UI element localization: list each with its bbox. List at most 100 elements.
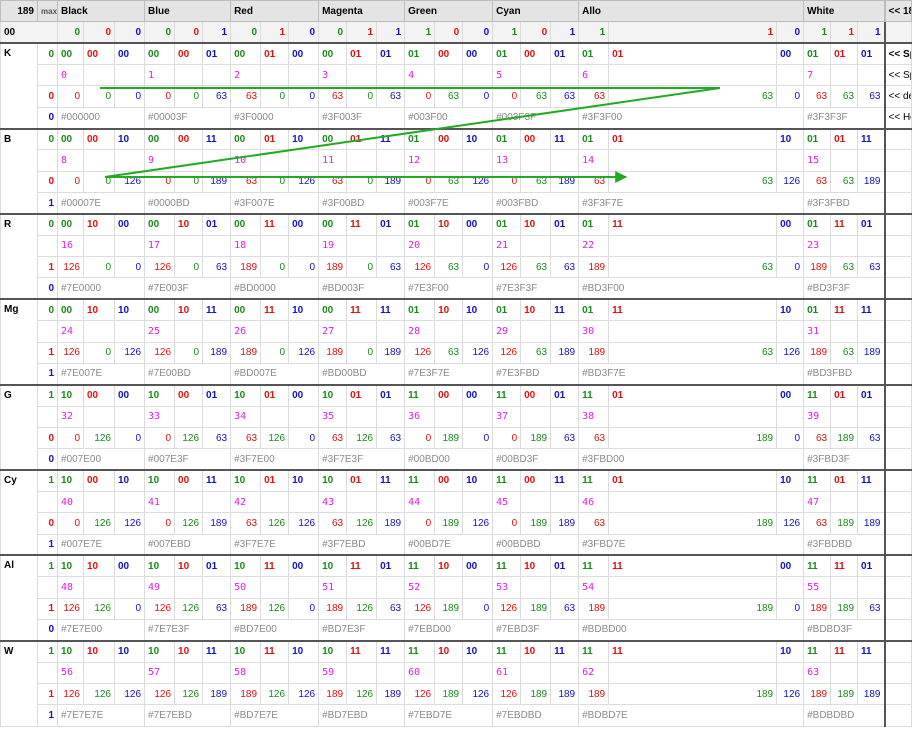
- cell[interactable]: [830, 234, 859, 258]
- hex-cell[interactable]: #BD0000: [230, 277, 320, 300]
- decimal-cell[interactable]: 126: [404, 682, 436, 706]
- bits-cell[interactable]: 01: [550, 212, 580, 236]
- index-cell[interactable]: 50: [230, 576, 262, 599]
- decimal-cell[interactable]: 0: [776, 426, 805, 450]
- cell[interactable]: [376, 64, 406, 87]
- decimal-cell[interactable]: 0: [144, 170, 176, 194]
- right-empty[interactable]: [883, 597, 912, 620]
- hex-cell[interactable]: #7E7E3F: [144, 618, 232, 642]
- index-cell[interactable]: 62: [578, 661, 610, 685]
- level-bit[interactable]: 1: [37, 469, 58, 492]
- right-header[interactable]: << 189: simulacion bright de Fuse: [883, 0, 912, 23]
- decimal-cell[interactable]: 63: [318, 512, 348, 535]
- bits-cell[interactable]: 11: [260, 554, 290, 578]
- level-bit[interactable]: 1: [37, 341, 58, 364]
- index-cell[interactable]: 15: [803, 149, 832, 172]
- decimal-cell[interactable]: 0: [260, 256, 290, 279]
- cell[interactable]: [830, 64, 859, 87]
- decimal-cell[interactable]: 0: [174, 256, 204, 279]
- bits-cell[interactable]: 11: [202, 298, 232, 322]
- cell[interactable]: [113, 490, 146, 514]
- decimal-cell[interactable]: 0: [404, 170, 436, 194]
- colour-header-white[interactable]: White: [803, 0, 885, 23]
- hex-cell[interactable]: #3F3FBD: [803, 192, 885, 215]
- cell[interactable]: [288, 661, 320, 685]
- cell[interactable]: [260, 490, 290, 514]
- cell[interactable]: [83, 234, 115, 258]
- cell[interactable]: [830, 661, 859, 685]
- index-cell[interactable]: 55: [803, 576, 832, 599]
- cell[interactable]: [288, 320, 320, 343]
- decimal-cell[interactable]: 189: [803, 341, 832, 364]
- bits-cell[interactable]: 10: [520, 639, 552, 663]
- decimal-cell[interactable]: 63: [318, 426, 348, 450]
- bits-cell[interactable]: 00: [520, 469, 552, 492]
- bits-cell[interactable]: 11: [830, 554, 859, 578]
- header-bit[interactable]: 0: [434, 21, 464, 44]
- bits-cell[interactable]: 00: [174, 469, 204, 492]
- decimal-cell[interactable]: 0: [288, 426, 320, 450]
- cell[interactable]: [434, 234, 464, 258]
- index-cell[interactable]: 42: [230, 490, 262, 514]
- bits-cell[interactable]: 00: [83, 127, 115, 151]
- bits-cell[interactable]: 00: [57, 212, 84, 236]
- cell[interactable]: [434, 149, 464, 172]
- cell[interactable]: [174, 64, 204, 87]
- cell[interactable]: [776, 320, 805, 343]
- decimal-cell[interactable]: 189: [318, 256, 348, 279]
- bits-cell[interactable]: 00: [83, 469, 115, 492]
- cell[interactable]: [376, 234, 406, 258]
- level-bit[interactable]: 0: [37, 106, 58, 130]
- bits-cell[interactable]: 10: [113, 298, 146, 322]
- decimal-cell[interactable]: 189: [202, 170, 232, 194]
- hex-cell[interactable]: #BDBD3F: [803, 618, 885, 642]
- bits-cell[interactable]: 01: [376, 383, 406, 407]
- cell[interactable]: [83, 64, 115, 87]
- bits-cell[interactable]: 11: [578, 554, 610, 578]
- cell[interactable]: [830, 490, 859, 514]
- decimal-cell[interactable]: 63: [434, 341, 464, 364]
- bits-cell[interactable]: 01: [404, 298, 436, 322]
- decimal-cell[interactable]: 0: [404, 512, 436, 535]
- level-bit[interactable]: [37, 234, 58, 258]
- decimal-cell[interactable]: 189: [830, 512, 859, 535]
- right-empty[interactable]: [883, 618, 912, 642]
- bits-cell[interactable]: 01: [404, 127, 436, 151]
- decimal-cell[interactable]: 63: [803, 85, 832, 108]
- decimal-cell[interactable]: 0: [83, 170, 115, 194]
- decimal-cell[interactable]: 126: [776, 512, 805, 535]
- decimal-cell[interactable]: 0: [462, 426, 494, 450]
- hex-cell[interactable]: #3F3F3F: [803, 106, 885, 130]
- cell[interactable]: [776, 405, 805, 428]
- bits-cell[interactable]: 01: [830, 42, 859, 66]
- bits-cell[interactable]: 10: [520, 554, 552, 578]
- hex-cell[interactable]: #7E7E7E: [56, 704, 146, 727]
- right-empty[interactable]: [883, 362, 912, 386]
- hex-cell[interactable]: #00BD7E: [404, 533, 494, 556]
- index-cell[interactable]: 43: [318, 490, 348, 514]
- index-cell[interactable]: 48: [57, 576, 84, 599]
- decimal-cell[interactable]: 0: [83, 341, 115, 364]
- decimal-cell[interactable]: 189: [608, 426, 778, 450]
- bits-cell[interactable]: 11: [857, 639, 885, 663]
- decimal-cell[interactable]: 189: [520, 426, 552, 450]
- decimal-cell[interactable]: 63: [803, 170, 832, 194]
- hex-cell[interactable]: #BD7EBD: [318, 704, 406, 727]
- index-cell[interactable]: 61: [492, 661, 522, 685]
- bits-cell[interactable]: 01: [550, 42, 580, 66]
- decimal-cell[interactable]: 63: [830, 341, 859, 364]
- colour-header-allo[interactable]: Allo: [578, 0, 805, 23]
- bits-cell[interactable]: 11: [492, 469, 522, 492]
- right-empty[interactable]: [883, 192, 912, 215]
- decimal-cell[interactable]: 189: [857, 341, 885, 364]
- decimal-cell[interactable]: 189: [202, 512, 232, 535]
- decimal-cell[interactable]: 63: [608, 256, 778, 279]
- hex-cell[interactable]: #007E7E: [56, 533, 146, 556]
- bits-cell[interactable]: 00: [57, 127, 84, 151]
- bits-cell[interactable]: 10: [462, 127, 494, 151]
- bits-cell[interactable]: 00: [174, 127, 204, 151]
- bits-cell[interactable]: 00: [776, 42, 805, 66]
- cell[interactable]: [434, 576, 464, 599]
- hex-cell[interactable]: #BD3F3F: [803, 277, 885, 300]
- bits-cell[interactable]: 00: [318, 212, 348, 236]
